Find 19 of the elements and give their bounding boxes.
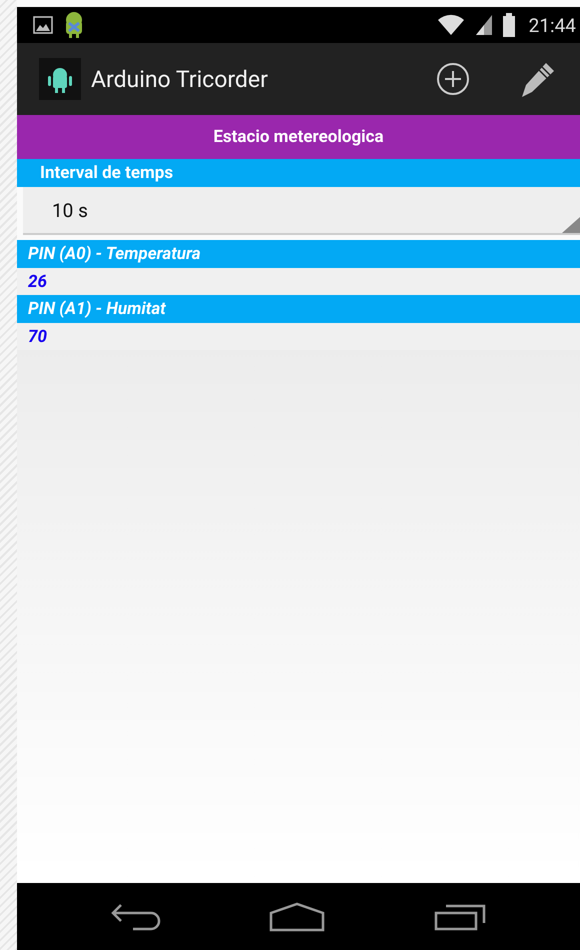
back-button[interactable] [111,902,162,930]
picture-notification-icon [33,16,53,34]
recent-apps-button[interactable] [434,902,486,930]
pin-header: PIN (A1) - Humitat [17,295,580,323]
interval-dropdown[interactable]: 10 s [23,187,580,235]
android-robot-icon [63,11,85,39]
signal-icon [474,14,493,36]
clock-time: 21:44 [528,14,576,36]
home-button[interactable] [269,902,326,932]
battery-icon [502,13,515,37]
app-title: Arduino Tricorder [91,66,268,92]
section-header: Interval de temps [17,159,580,187]
pin-value: 70 [17,323,580,350]
dropdown-corner-icon [562,217,580,233]
app-icon[interactable] [39,58,81,100]
wifi-icon [436,14,465,36]
screen-title: Estacio metereologica [17,115,580,159]
pin-value: 26 [17,268,580,295]
pin-header: PIN (A0) - Temperatura [17,240,580,268]
